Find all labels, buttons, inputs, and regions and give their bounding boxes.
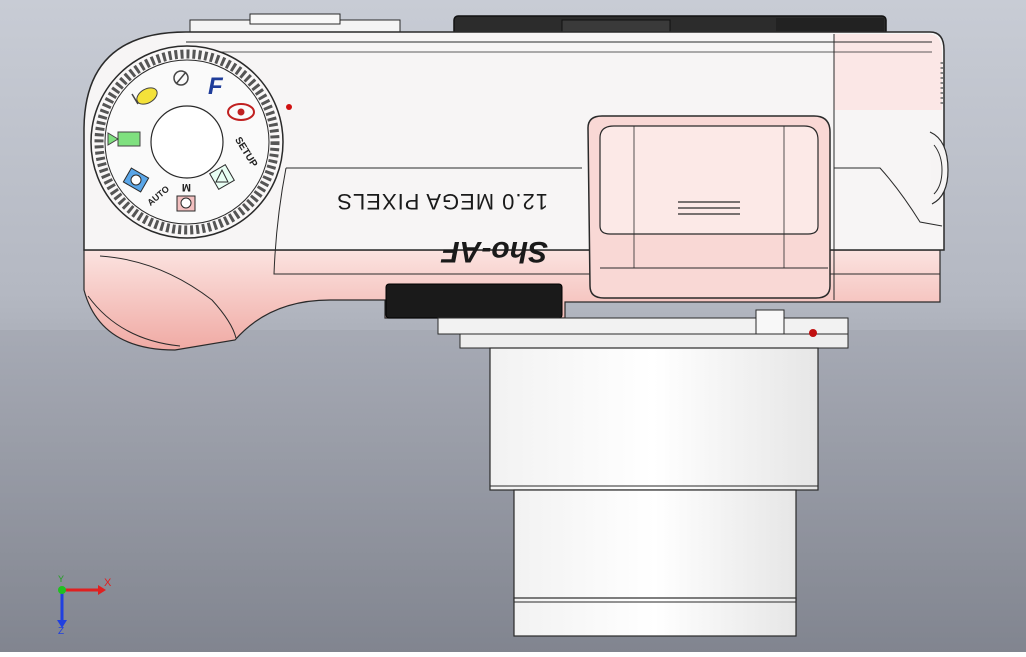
dial-f-label: F — [208, 73, 224, 100]
model-text: Sho-AF — [441, 235, 548, 268]
megapixel-text: 12.0 MEGA PIXELS — [336, 189, 548, 214]
dial-m-label: M — [182, 181, 191, 193]
y-axis-arrow — [58, 586, 66, 594]
shutter-button-housing[interactable] — [587, 115, 831, 299]
manual-mode-icon — [176, 195, 196, 212]
y-axis-label: Y — [58, 574, 64, 584]
cad-viewport[interactable]: F SETUP AUTO M 12.0 MEGA PIXELS Sho-AF X… — [0, 0, 1026, 652]
z-axis-label: Z — [58, 626, 64, 637]
memory-slot — [385, 283, 563, 319]
camera-model-drawing: F SETUP AUTO M 12.0 MEGA PIXELS Sho-AF X… — [0, 0, 1026, 652]
x-axis-label: X — [104, 577, 112, 589]
dial-indicator-dot — [286, 104, 292, 110]
